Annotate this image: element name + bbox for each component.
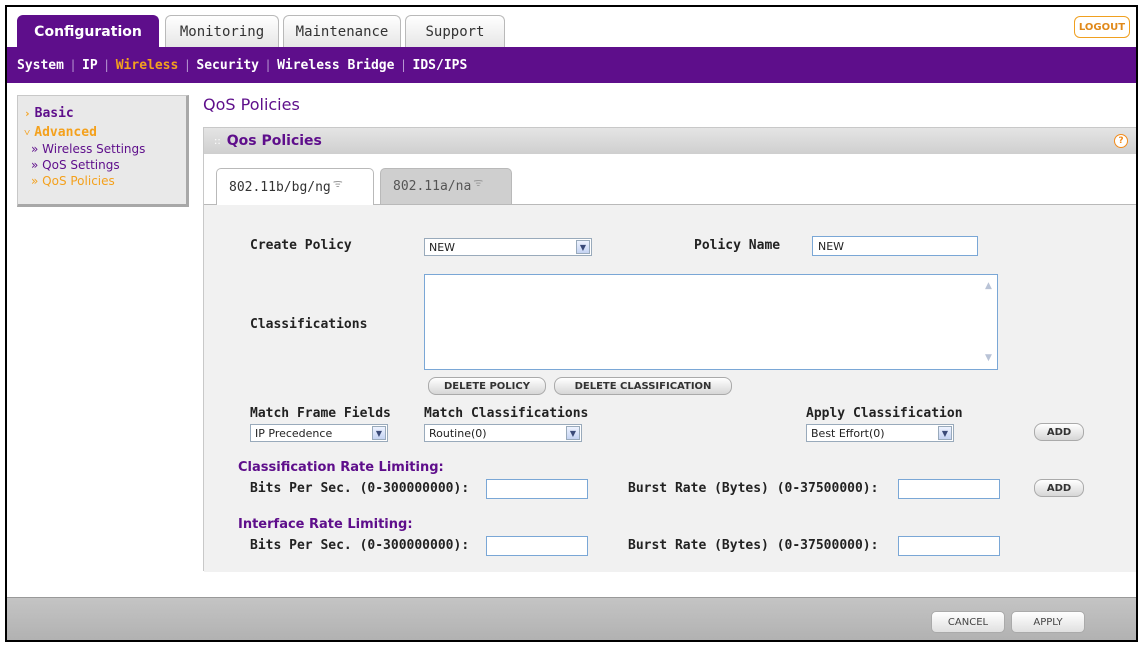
- classifications-listbox[interactable]: ▲ ▼: [424, 274, 998, 370]
- create-policy-label: Create Policy: [250, 238, 352, 253]
- chevron-down-icon: ▼: [938, 426, 952, 440]
- policy-name-input[interactable]: NEW: [812, 236, 978, 256]
- menu-item-qos-policies[interactable]: » QoS Policies: [24, 173, 180, 189]
- tab-support[interactable]: Support: [405, 15, 505, 47]
- help-icon[interactable]: ?: [1114, 134, 1128, 148]
- create-policy-value: NEW: [429, 240, 456, 254]
- menu-basic-label: Basic: [34, 106, 74, 121]
- apply-classification-label: Apply Classification: [806, 406, 963, 421]
- match-frame-fields-select[interactable]: IP Precedence ▼: [250, 424, 388, 442]
- chevron-down-icon: ▼: [372, 426, 386, 440]
- subnav-security[interactable]: Security: [196, 58, 259, 73]
- menu-advanced-label: Advanced: [34, 125, 97, 140]
- match-classifications-select[interactable]: Routine(0) ▼: [424, 424, 582, 442]
- radio-tab-bar: 802.11b/bg/ng ᯤ 802.11a/na ᯤ: [204, 154, 1136, 205]
- subnav-wireless[interactable]: Wireless: [116, 58, 179, 73]
- tab-802-11ana[interactable]: 802.11a/na ᯤ: [380, 168, 512, 204]
- match-classifications-value: Routine(0): [429, 426, 487, 440]
- chevron-right-icon: ›: [24, 107, 31, 120]
- tab-monitoring[interactable]: Monitoring: [165, 15, 279, 47]
- scroll-down-icon[interactable]: ▼: [982, 351, 995, 365]
- subnav-ip[interactable]: IP: [82, 58, 98, 73]
- subnav-separator: |: [185, 58, 190, 72]
- subnav-separator: |: [401, 58, 406, 72]
- policy-name-label: Policy Name: [694, 238, 781, 253]
- form-area: Create Policy NEW ▼ Policy Name NEW Clas…: [204, 204, 1136, 572]
- sub-nav: System | IP | Wireless | Security | Wire…: [7, 47, 1136, 83]
- class-burst-input[interactable]: [898, 479, 1000, 499]
- iface-bits-label: Bits Per Sec. (0-300000000):: [250, 538, 470, 553]
- subnav-ids-ips[interactable]: IDS/IPS: [413, 58, 468, 73]
- delete-classification-button[interactable]: DELETE CLASSIFICATION: [554, 377, 732, 395]
- wifi-icon: ᯤ: [473, 176, 484, 189]
- create-policy-select[interactable]: NEW ▼: [424, 238, 592, 256]
- menu-basic[interactable]: › Basic: [24, 103, 180, 125]
- interface-rate-heading: Interface Rate Limiting:: [238, 517, 413, 532]
- left-menu: › Basic ˅ Advanced » Wireless Settings » Q…: [17, 95, 189, 207]
- panel-header: :: Qos Policies ?: [204, 128, 1136, 154]
- qos-policies-panel: :: Qos Policies ? 802.11b/bg/ng ᯤ 802.11a…: [203, 127, 1136, 572]
- match-classifications-label: Match Classifications: [424, 406, 589, 421]
- add-rate-button[interactable]: ADD: [1034, 479, 1084, 497]
- tab-802-11ana-label: 802.11a/na: [393, 179, 472, 194]
- match-frame-fields-label: Match Frame Fields: [250, 406, 391, 421]
- classifications-label: Classifications: [250, 317, 368, 332]
- subnav-separator: |: [104, 58, 109, 72]
- menu-item-qos-settings[interactable]: » QoS Settings: [24, 157, 180, 173]
- tab-configuration[interactable]: Configuration: [17, 15, 159, 47]
- delete-policy-button[interactable]: DELETE POLICY: [428, 377, 546, 395]
- chevron-down-icon: ▼: [576, 240, 590, 254]
- apply-button[interactable]: APPLY: [1011, 611, 1085, 633]
- class-bits-label: Bits Per Sec. (0-300000000):: [250, 481, 470, 496]
- tab-802-11bgng[interactable]: 802.11b/bg/ng ᯤ: [216, 168, 374, 205]
- apply-classification-select[interactable]: Best Effort(0) ▼: [806, 424, 954, 442]
- class-burst-label: Burst Rate (Bytes) (0-37500000):: [628, 481, 879, 496]
- footer-bar: CANCEL APPLY: [7, 597, 1136, 640]
- chevron-down-icon: ▼: [566, 426, 580, 440]
- apply-classification-value: Best Effort(0): [811, 426, 885, 440]
- app-frame: Configuration Monitoring Maintenance Sup…: [5, 5, 1138, 642]
- subnav-separator: |: [266, 58, 271, 72]
- match-frame-fields-value: IP Precedence: [255, 426, 333, 440]
- scroll-up-icon[interactable]: ▲: [982, 279, 995, 293]
- iface-bits-input[interactable]: [486, 536, 588, 556]
- menu-advanced[interactable]: ˅ Advanced: [24, 125, 180, 141]
- top-nav: Configuration Monitoring Maintenance Sup…: [7, 7, 1136, 47]
- panel-title: Qos Policies: [226, 133, 322, 149]
- tab-maintenance[interactable]: Maintenance: [283, 15, 401, 47]
- subnav-separator: |: [70, 58, 76, 72]
- wifi-icon: ᯤ: [332, 176, 343, 190]
- page-title: QoS Policies: [203, 95, 300, 114]
- menu-item-wireless-settings[interactable]: » Wireless Settings: [24, 141, 180, 157]
- subnav-wireless-bridge[interactable]: Wireless Bridge: [277, 58, 394, 73]
- class-bits-input[interactable]: [486, 479, 588, 499]
- logout-button[interactable]: LOGOUT: [1074, 16, 1130, 38]
- chevron-down-icon: ˅: [24, 126, 31, 139]
- cancel-button[interactable]: CANCEL: [931, 611, 1005, 633]
- add-classification-button[interactable]: ADD: [1034, 423, 1084, 441]
- iface-burst-input[interactable]: [898, 536, 1000, 556]
- grip-icon: ::: [214, 135, 221, 147]
- subnav-system[interactable]: System: [17, 58, 64, 73]
- tab-802-11bgng-label: 802.11b/bg/ng: [229, 179, 331, 195]
- iface-burst-label: Burst Rate (Bytes) (0-37500000):: [628, 538, 879, 553]
- classification-rate-heading: Classification Rate Limiting:: [238, 460, 444, 475]
